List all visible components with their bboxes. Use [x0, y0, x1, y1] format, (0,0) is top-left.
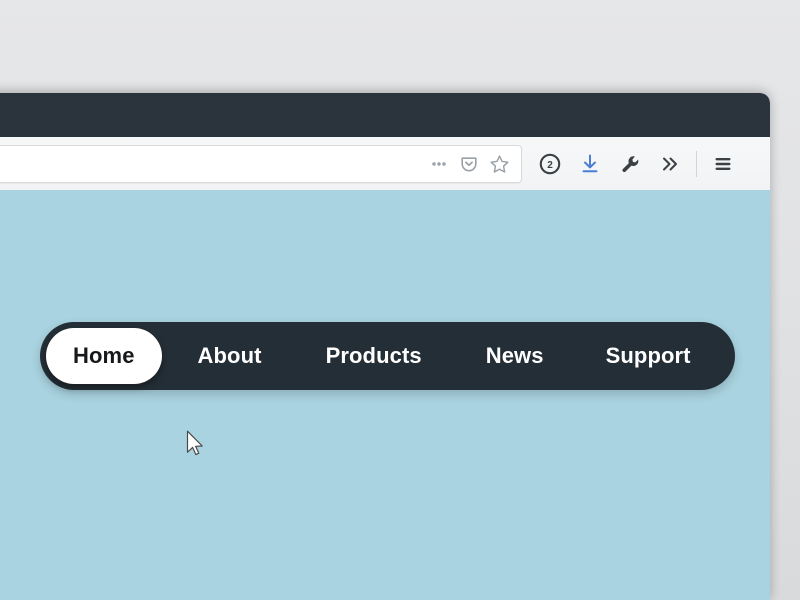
downloads-icon[interactable]	[570, 145, 610, 183]
page-content: Home About Products News Support	[0, 190, 770, 600]
nav-item-about[interactable]: About	[192, 328, 268, 384]
browser-window: 2	[0, 93, 770, 600]
app-menu-hamburger-icon[interactable]	[703, 145, 743, 183]
url-bar[interactable]	[0, 145, 522, 183]
toolbar-actions: 2	[530, 145, 743, 183]
nav-item-support[interactable]: Support	[600, 328, 697, 384]
site-navigation-bar: Home About Products News Support	[40, 322, 735, 390]
developer-tools-wrench-icon[interactable]	[610, 145, 650, 183]
svg-text:2: 2	[547, 160, 553, 171]
pocket-icon[interactable]	[455, 150, 483, 178]
bookmark-star-icon[interactable]	[485, 150, 513, 178]
browser-toolbar: 2	[0, 137, 770, 191]
nav-item-home[interactable]: Home	[46, 328, 162, 384]
screen: 2	[0, 0, 800, 600]
overflow-chevrons-icon[interactable]	[650, 145, 690, 183]
page-actions-ellipsis-icon[interactable]	[425, 150, 453, 178]
nav-item-products[interactable]: Products	[320, 328, 428, 384]
nav-item-news[interactable]: News	[480, 328, 550, 384]
browser-titlebar	[0, 93, 770, 137]
container-account-icon[interactable]: 2	[530, 145, 570, 183]
toolbar-divider	[696, 151, 697, 177]
